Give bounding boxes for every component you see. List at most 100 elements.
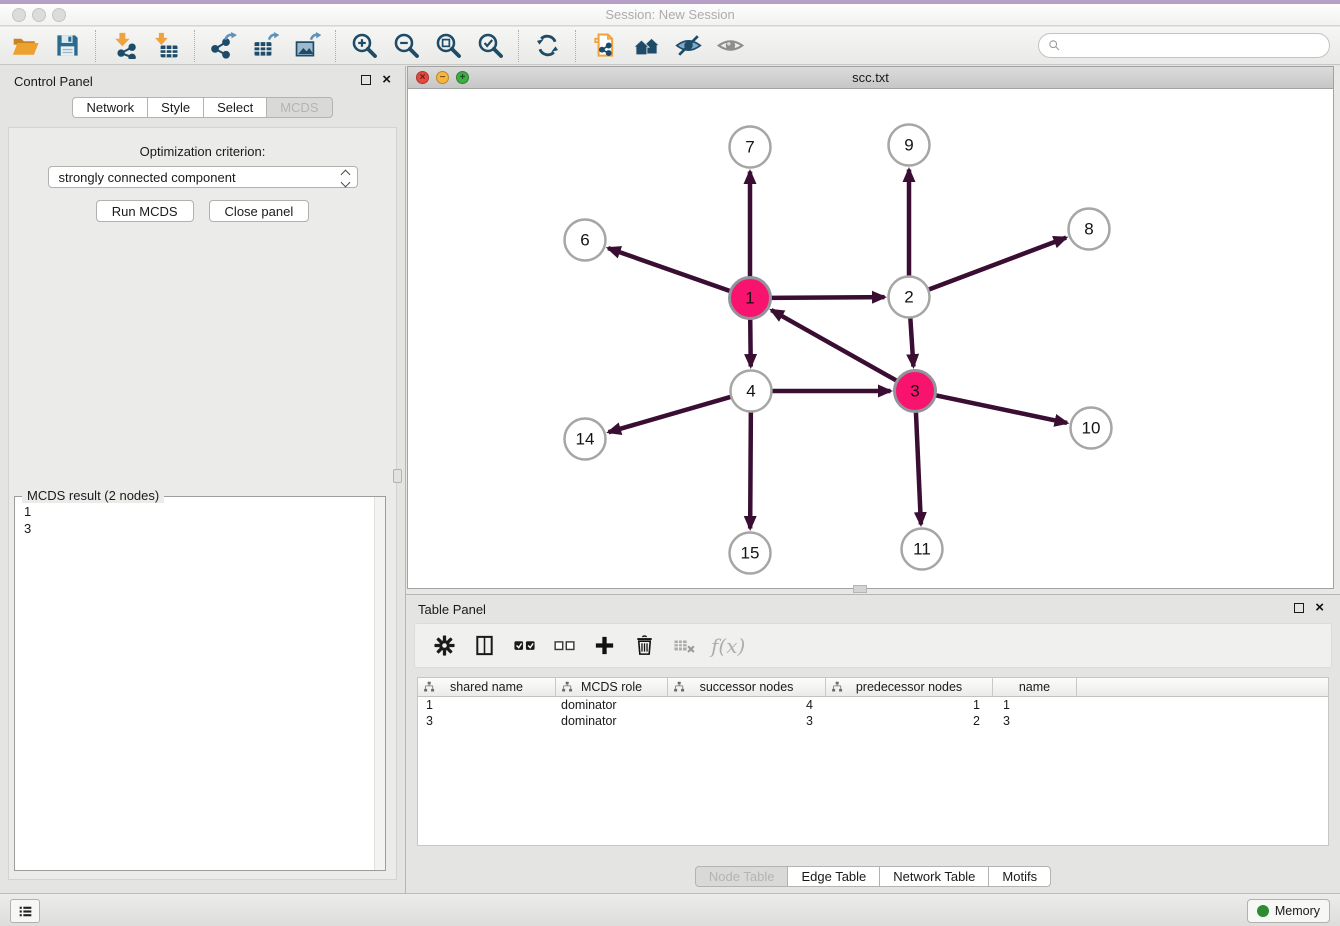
edge-4-15[interactable] bbox=[750, 411, 751, 528]
first-neighbors-button[interactable] bbox=[583, 29, 625, 63]
horizontal-splitter-handle[interactable] bbox=[853, 585, 867, 593]
refresh-view-button[interactable] bbox=[526, 29, 568, 63]
cell-successor-nodes[interactable]: 3 bbox=[668, 713, 826, 729]
save-session-button[interactable] bbox=[46, 29, 88, 63]
window-minimize-button[interactable]: − bbox=[436, 71, 449, 84]
cell-name[interactable]: 3 bbox=[993, 713, 1077, 729]
settings-gear-button[interactable] bbox=[431, 632, 458, 659]
select-all-icon bbox=[513, 634, 536, 657]
float-panel-icon[interactable] bbox=[361, 75, 371, 85]
table-row[interactable]: 3dominator323 bbox=[418, 713, 1328, 729]
network-window[interactable]: ×−+ scc.txt 1 2 3 4 6 7 8 9 10 11 14 15 bbox=[407, 66, 1334, 589]
open-session-button[interactable] bbox=[4, 29, 46, 63]
zoom-fit-button[interactable] bbox=[427, 29, 469, 63]
edge-3-11[interactable] bbox=[916, 411, 921, 524]
node-4[interactable]: 4 bbox=[731, 371, 772, 412]
edge-4-14[interactable] bbox=[609, 397, 732, 433]
edge-1-4[interactable] bbox=[750, 318, 751, 366]
optimization-criterion-select[interactable]: strongly connected component bbox=[48, 166, 358, 188]
import-network-button[interactable] bbox=[103, 29, 145, 63]
node-3[interactable]: 3 bbox=[895, 371, 936, 412]
panel-splitter-handle[interactable] bbox=[393, 469, 402, 483]
window-close-button[interactable]: × bbox=[416, 71, 429, 84]
table-panel-tabs: Node TableEdge TableNetwork TableMotifs bbox=[406, 866, 1340, 887]
hide-selected-button[interactable] bbox=[667, 29, 709, 63]
optimization-criterion-label: Optimization criterion: bbox=[9, 144, 396, 159]
cell-successor-nodes[interactable]: 4 bbox=[668, 697, 826, 713]
column-header-predecessor-nodes[interactable]: predecessor nodes bbox=[826, 678, 993, 696]
select-all-button[interactable] bbox=[511, 632, 538, 659]
network-graph[interactable]: 1 2 3 4 6 7 8 9 10 11 14 15 bbox=[408, 90, 1333, 588]
search-box[interactable] bbox=[1038, 33, 1330, 58]
edge-1-6[interactable] bbox=[608, 248, 731, 291]
tab-motifs[interactable]: Motifs bbox=[988, 866, 1051, 887]
column-header-mcds-role[interactable]: MCDS role bbox=[556, 678, 668, 696]
optimization-criterion-value: strongly connected component bbox=[59, 170, 236, 185]
cell-mcds-role[interactable]: dominator bbox=[556, 697, 668, 713]
tab-style[interactable]: Style bbox=[147, 97, 204, 118]
cell-shared-name[interactable]: 3 bbox=[418, 713, 556, 729]
node-1[interactable]: 1 bbox=[730, 278, 771, 319]
export-image-button[interactable] bbox=[286, 29, 328, 63]
show-all-button[interactable] bbox=[709, 29, 751, 63]
zoom-out-button[interactable] bbox=[385, 29, 427, 63]
search-input[interactable] bbox=[1066, 38, 1320, 53]
edge-2-8[interactable] bbox=[928, 238, 1066, 290]
node-11[interactable]: 11 bbox=[902, 529, 943, 570]
node-14[interactable]: 14 bbox=[565, 419, 606, 460]
node-8[interactable]: 8 bbox=[1069, 209, 1110, 250]
window-zoom-button[interactable]: + bbox=[456, 71, 469, 84]
app-close-button[interactable] bbox=[12, 8, 26, 22]
app-minimize-button[interactable] bbox=[32, 8, 46, 22]
tab-select[interactable]: Select bbox=[203, 97, 267, 118]
zoom-in-button[interactable] bbox=[343, 29, 385, 63]
task-history-button[interactable] bbox=[10, 899, 40, 923]
home-view-button[interactable] bbox=[625, 29, 667, 63]
zoom-selected-button[interactable] bbox=[469, 29, 511, 63]
cell-shared-name[interactable]: 1 bbox=[418, 697, 556, 713]
close-panel-icon[interactable]: × bbox=[382, 75, 391, 85]
node-15[interactable]: 15 bbox=[730, 533, 771, 574]
edge-2-3[interactable] bbox=[910, 317, 913, 366]
cell-name[interactable]: 1 bbox=[993, 697, 1077, 713]
tab-network[interactable]: Network bbox=[72, 97, 148, 118]
tab-edge-table[interactable]: Edge Table bbox=[787, 866, 880, 887]
svg-text:9: 9 bbox=[904, 136, 913, 155]
add-row-button[interactable] bbox=[591, 632, 618, 659]
memory-button[interactable]: Memory bbox=[1247, 899, 1330, 923]
run-mcds-button[interactable]: Run MCDS bbox=[96, 200, 194, 222]
table-toolbar: f(x) bbox=[414, 623, 1332, 668]
select-stepper-icon bbox=[342, 171, 349, 186]
import-table-button[interactable] bbox=[145, 29, 187, 63]
network-window-titlebar[interactable]: ×−+ scc.txt bbox=[408, 67, 1333, 89]
column-layout-button[interactable] bbox=[471, 632, 498, 659]
node-6[interactable]: 6 bbox=[565, 220, 606, 261]
app-titlebar[interactable]: Session: New Session bbox=[0, 4, 1340, 26]
cell-predecessor-nodes[interactable]: 2 bbox=[826, 713, 993, 729]
app-zoom-button[interactable] bbox=[52, 8, 66, 22]
tab-network-table[interactable]: Network Table bbox=[879, 866, 989, 887]
column-header-shared-name[interactable]: shared name bbox=[418, 678, 556, 696]
node-2[interactable]: 2 bbox=[889, 277, 930, 318]
edge-1-2[interactable] bbox=[770, 297, 884, 298]
node-10[interactable]: 10 bbox=[1071, 408, 1112, 449]
close-panel-icon[interactable]: × bbox=[1315, 603, 1324, 613]
delete-row-button[interactable] bbox=[631, 632, 658, 659]
export-table-button[interactable] bbox=[244, 29, 286, 63]
column-header-successor-nodes[interactable]: successor nodes bbox=[668, 678, 826, 696]
float-panel-icon[interactable] bbox=[1294, 603, 1304, 613]
deselect-all-button[interactable] bbox=[551, 632, 578, 659]
export-network-button[interactable] bbox=[202, 29, 244, 63]
cell-mcds-role[interactable]: dominator bbox=[556, 713, 668, 729]
column-header-name[interactable]: name bbox=[993, 678, 1077, 696]
result-scrollbar[interactable] bbox=[374, 497, 385, 870]
column-label: predecessor nodes bbox=[856, 680, 962, 694]
node-7[interactable]: 7 bbox=[730, 127, 771, 168]
cell-predecessor-nodes[interactable]: 1 bbox=[826, 697, 993, 713]
node-9[interactable]: 9 bbox=[889, 125, 930, 166]
edge-3-1[interactable] bbox=[771, 310, 897, 381]
close-panel-button[interactable]: Close panel bbox=[209, 200, 310, 222]
column-label: successor nodes bbox=[700, 680, 794, 694]
edge-3-10[interactable] bbox=[935, 395, 1067, 423]
table-row[interactable]: 1dominator411 bbox=[418, 697, 1328, 713]
